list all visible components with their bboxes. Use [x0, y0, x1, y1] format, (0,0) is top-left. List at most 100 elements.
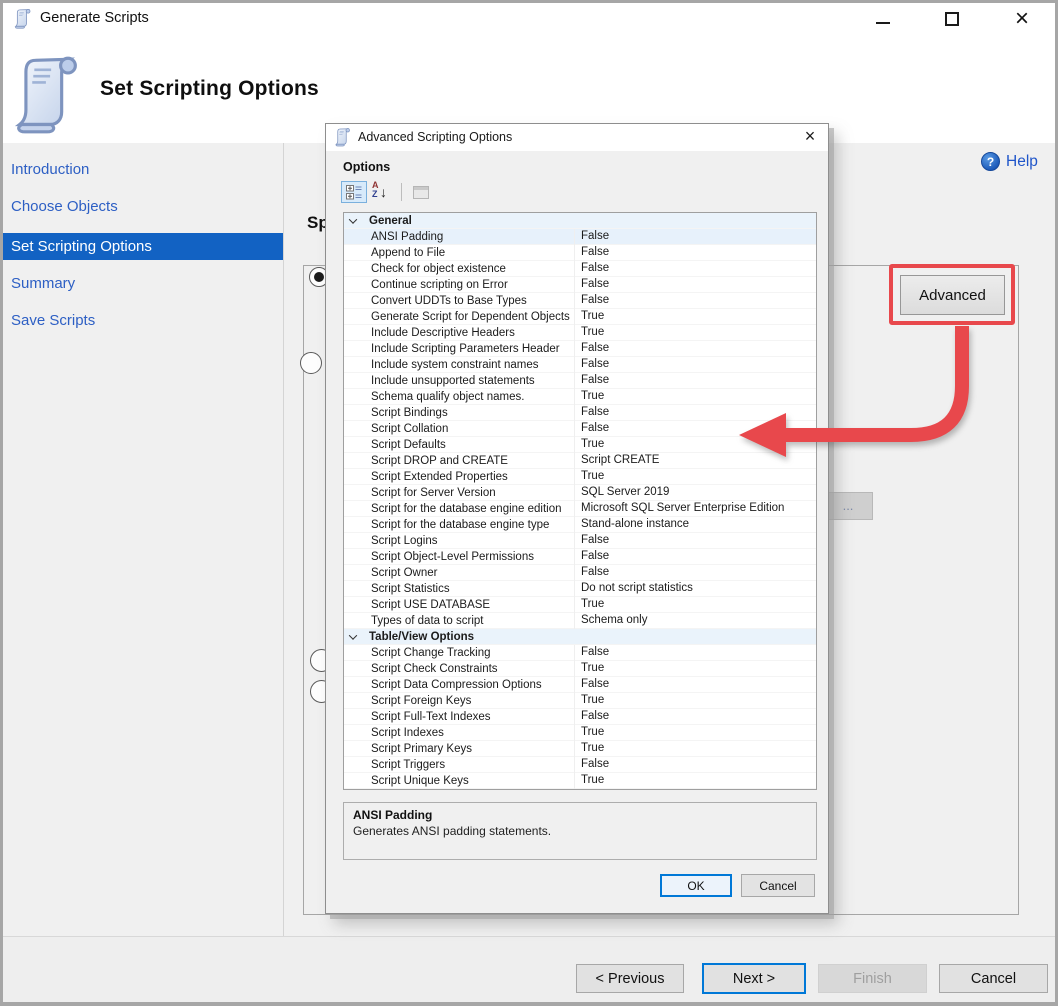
property-row[interactable]: Script DefaultsTrue: [344, 437, 816, 453]
property-row[interactable]: Script USE DATABASETrue: [344, 597, 816, 613]
property-value[interactable]: Microsoft SQL Server Enterprise Edition: [574, 501, 816, 517]
chevron-down-icon[interactable]: [349, 631, 357, 639]
property-row[interactable]: Script CollationFalse: [344, 421, 816, 437]
property-value[interactable]: False: [574, 229, 816, 245]
property-row[interactable]: Script for Server VersionSQL Server 2019: [344, 485, 816, 501]
property-value[interactable]: False: [574, 405, 816, 421]
property-value[interactable]: False: [574, 373, 816, 389]
property-name: Script Full-Text Indexes: [344, 711, 574, 723]
property-row[interactable]: Script Unique KeysTrue: [344, 773, 816, 789]
property-row[interactable]: Continue scripting on ErrorFalse: [344, 277, 816, 293]
property-value[interactable]: False: [574, 261, 816, 277]
property-value[interactable]: SQL Server 2019: [574, 485, 816, 501]
dialog-cancel-button[interactable]: Cancel: [741, 874, 815, 897]
property-row[interactable]: Script Primary KeysTrue: [344, 741, 816, 757]
property-value[interactable]: False: [574, 277, 816, 293]
property-row[interactable]: Script OwnerFalse: [344, 565, 816, 581]
cancel-button[interactable]: Cancel: [939, 964, 1048, 993]
property-row[interactable]: Append to FileFalse: [344, 245, 816, 261]
property-row[interactable]: Script Full-Text IndexesFalse: [344, 709, 816, 725]
property-pages-button[interactable]: [408, 181, 434, 203]
property-value[interactable]: True: [574, 725, 816, 741]
close-icon: ×: [1015, 5, 1029, 33]
property-row[interactable]: Check for object existenceFalse: [344, 261, 816, 277]
property-row[interactable]: Script Data Compression OptionsFalse: [344, 677, 816, 693]
alphabetical-sort-button[interactable]: A Z ↓: [369, 181, 395, 203]
property-value[interactable]: False: [574, 757, 816, 773]
property-value[interactable]: Do not script statistics: [574, 581, 816, 597]
property-value[interactable]: True: [574, 661, 816, 677]
property-value[interactable]: True: [574, 325, 816, 341]
property-row[interactable]: Include Descriptive HeadersTrue: [344, 325, 816, 341]
property-value[interactable]: True: [574, 693, 816, 709]
property-row[interactable]: ANSI PaddingFalse: [344, 229, 816, 245]
property-row[interactable]: Script Extended PropertiesTrue: [344, 469, 816, 485]
property-value[interactable]: False: [574, 533, 816, 549]
property-value[interactable]: False: [574, 293, 816, 309]
property-row[interactable]: Script LoginsFalse: [344, 533, 816, 549]
property-value[interactable]: True: [574, 773, 816, 789]
property-row[interactable]: Types of data to scriptSchema only: [344, 613, 816, 629]
property-value[interactable]: True: [574, 741, 816, 757]
property-value[interactable]: False: [574, 245, 816, 261]
property-row[interactable]: Script IndexesTrue: [344, 725, 816, 741]
category-label: General: [369, 215, 412, 227]
property-row[interactable]: Script Object-Level PermissionsFalse: [344, 549, 816, 565]
property-row[interactable]: Script DROP and CREATEScript CREATE: [344, 453, 816, 469]
browse-button[interactable]: ...: [823, 492, 873, 520]
sidebar-item-set-scripting-options[interactable]: Set Scripting Options: [3, 233, 283, 260]
property-value[interactable]: Script CREATE: [574, 453, 816, 469]
property-row[interactable]: Script BindingsFalse: [344, 405, 816, 421]
help-button[interactable]: ? Help: [981, 152, 1038, 171]
property-value[interactable]: True: [574, 437, 816, 453]
property-row[interactable]: Script for the database engine typeStand…: [344, 517, 816, 533]
property-value[interactable]: False: [574, 645, 816, 661]
sidebar-item-introduction[interactable]: Introduction: [3, 159, 283, 180]
chevron-down-icon[interactable]: [349, 215, 357, 223]
property-row[interactable]: Generate Script for Dependent ObjectsTru…: [344, 309, 816, 325]
categorized-view-button[interactable]: [341, 181, 367, 203]
property-row[interactable]: Include unsupported statementsFalse: [344, 373, 816, 389]
property-value[interactable]: True: [574, 597, 816, 613]
property-row[interactable]: Convert UDDTs to Base TypesFalse: [344, 293, 816, 309]
property-value[interactable]: False: [574, 677, 816, 693]
property-value[interactable]: True: [574, 469, 816, 485]
property-name: Schema qualify object names.: [344, 391, 574, 403]
sidebar-item-summary[interactable]: Summary: [3, 273, 283, 294]
property-row[interactable]: Include Scripting Parameters HeaderFalse: [344, 341, 816, 357]
maximize-button[interactable]: [935, 3, 969, 35]
property-value[interactable]: False: [574, 549, 816, 565]
property-value[interactable]: False: [574, 709, 816, 725]
property-value[interactable]: True: [574, 309, 816, 325]
generate-scripts-window: Generate Scripts × Set Scripting Options…: [0, 0, 1058, 1006]
property-row[interactable]: Script TriggersFalse: [344, 757, 816, 773]
property-value[interactable]: False: [574, 357, 816, 373]
property-value[interactable]: False: [574, 341, 816, 357]
ok-button[interactable]: OK: [660, 874, 732, 897]
property-row[interactable]: Script StatisticsDo not script statistic…: [344, 581, 816, 597]
advanced-scripting-options-dialog: Advanced Scripting Options × Options A Z: [325, 123, 829, 914]
property-row[interactable]: Include system constraint namesFalse: [344, 357, 816, 373]
sidebar-item-choose-objects[interactable]: Choose Objects: [3, 196, 283, 217]
property-value[interactable]: True: [574, 389, 816, 405]
category-row[interactable]: General: [344, 213, 816, 229]
property-value[interactable]: False: [574, 421, 816, 437]
property-row[interactable]: Script Check ConstraintsTrue: [344, 661, 816, 677]
property-row[interactable]: Schema qualify object names.True: [344, 389, 816, 405]
property-row[interactable]: Script Change TrackingFalse: [344, 645, 816, 661]
minimize-button[interactable]: [866, 3, 900, 35]
finish-button[interactable]: Finish: [818, 964, 927, 993]
category-row[interactable]: Table/View Options: [344, 629, 816, 645]
close-button[interactable]: ×: [1005, 3, 1039, 35]
radio-option-2[interactable]: [300, 352, 322, 374]
property-name: Generate Script for Dependent Objects: [344, 311, 574, 323]
previous-button[interactable]: < Previous: [576, 964, 684, 993]
next-button[interactable]: Next >: [702, 963, 806, 994]
property-row[interactable]: Script Foreign KeysTrue: [344, 693, 816, 709]
property-value[interactable]: Stand-alone instance: [574, 517, 816, 533]
property-value[interactable]: False: [574, 565, 816, 581]
sidebar-item-save-scripts[interactable]: Save Scripts: [3, 310, 283, 331]
property-value[interactable]: Schema only: [574, 613, 816, 629]
property-row[interactable]: Script for the database engine editionMi…: [344, 501, 816, 517]
dialog-close-button[interactable]: ×: [792, 124, 828, 151]
